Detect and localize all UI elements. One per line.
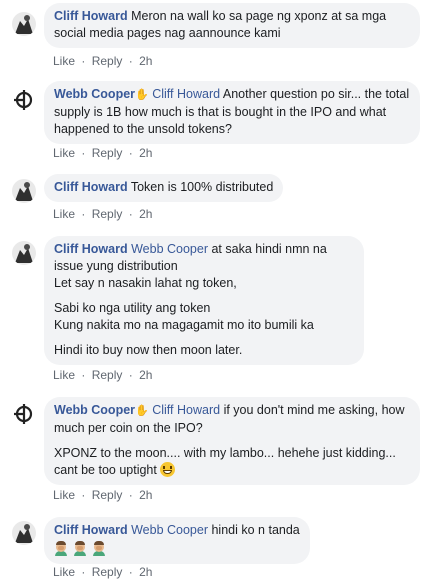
avatar[interactable] xyxy=(12,521,36,545)
avatar[interactable] xyxy=(12,179,36,203)
separator: · xyxy=(128,207,133,221)
reply-button[interactable]: Reply xyxy=(92,146,123,160)
separator: · xyxy=(128,565,133,579)
mention-link[interactable]: Webb Cooper xyxy=(131,523,208,537)
separator: · xyxy=(128,146,133,160)
separator: · xyxy=(81,368,86,382)
separator: · xyxy=(128,488,133,502)
author-name[interactable]: Cliff Howard xyxy=(54,9,128,23)
timestamp[interactable]: 2h xyxy=(139,565,152,579)
separator: · xyxy=(128,54,133,68)
comment-actions: Like · Reply · 2h xyxy=(53,207,152,222)
comment-bubble: Cliff Howard Webb Cooper at saka hindi n… xyxy=(44,236,364,365)
facepalm-icon xyxy=(54,541,68,556)
like-button[interactable]: Like xyxy=(53,565,75,579)
comment-text: hindi ko n tanda xyxy=(211,523,300,537)
like-button[interactable]: Like xyxy=(53,368,75,382)
avatar[interactable] xyxy=(12,12,36,36)
mention-link[interactable]: Webb Cooper xyxy=(131,242,208,256)
mention-link[interactable]: Cliff Howard xyxy=(152,87,220,101)
like-button[interactable]: Like xyxy=(53,488,75,502)
separator: · xyxy=(81,488,86,502)
comment-actions: Like · Reply · 2h xyxy=(53,565,152,580)
comment-bubble: Cliff Howard Webb Cooper hindi ko n tand… xyxy=(44,517,310,564)
like-button[interactable]: Like xyxy=(53,54,75,68)
avatar[interactable] xyxy=(12,402,36,426)
separator: · xyxy=(128,368,133,382)
grinning-face-icon xyxy=(160,462,176,477)
author-name[interactable]: Cliff Howard xyxy=(54,523,128,537)
like-button[interactable]: Like xyxy=(53,207,75,221)
reply-button[interactable]: Reply xyxy=(92,207,123,221)
comment-actions: Like · Reply · 2h xyxy=(53,368,152,383)
mention-link[interactable]: Cliff Howard xyxy=(152,403,220,417)
timestamp[interactable]: 2h xyxy=(139,54,152,68)
reply-button[interactable]: Reply xyxy=(92,368,123,382)
separator: · xyxy=(81,565,86,579)
avatar[interactable] xyxy=(12,88,36,112)
author-name[interactable]: Cliff Howard xyxy=(54,242,128,256)
reply-button[interactable]: Reply xyxy=(92,54,123,68)
facepalm-icon xyxy=(92,541,106,556)
author-name[interactable]: Cliff Howard xyxy=(54,180,128,194)
timestamp[interactable]: 2h xyxy=(139,207,152,221)
reply-button[interactable]: Reply xyxy=(92,565,123,579)
author-name[interactable]: Webb Cooper xyxy=(54,403,135,417)
avatar[interactable] xyxy=(12,241,36,265)
comment-actions: Like · Reply · 2h xyxy=(53,146,152,161)
author-name[interactable]: Webb Cooper xyxy=(54,87,135,101)
timestamp[interactable]: 2h xyxy=(139,146,152,160)
timestamp[interactable]: 2h xyxy=(139,488,152,502)
comment-text: Token is 100% distributed xyxy=(130,180,274,194)
timestamp[interactable]: 2h xyxy=(139,368,152,382)
wave-emoji: ✋ xyxy=(135,89,149,101)
comment-text: Kung nakita mo na magagamit mo ito bumil… xyxy=(54,318,314,332)
comment-actions: Like · Reply · 2h xyxy=(53,54,152,69)
comment-actions: Like · Reply · 2h xyxy=(53,488,152,503)
separator: · xyxy=(81,207,86,221)
comment-bubble: Cliff Howard Meron na wall ko sa page ng… xyxy=(44,3,420,48)
reply-button[interactable]: Reply xyxy=(92,488,123,502)
facepalm-icon xyxy=(73,541,87,556)
comment-bubble: Webb Cooper✋ Cliff Howard Another questi… xyxy=(44,81,420,144)
wave-emoji: ✋ xyxy=(135,405,149,417)
comment-text: Sabi ko nga utility ang token xyxy=(54,301,211,315)
comment-text: Hindi ito buy now then moon later. xyxy=(54,343,243,357)
comment-bubble: Cliff Howard Token is 100% distributed xyxy=(44,174,284,202)
comment-text: Let say n nasakin lahat ng token, xyxy=(54,276,237,290)
comment-text: XPONZ to the moon.... with my lambo... h… xyxy=(54,446,396,477)
separator: · xyxy=(81,146,86,160)
like-button[interactable]: Like xyxy=(53,146,75,160)
comment-bubble: Webb Cooper✋ Cliff Howard if you don't m… xyxy=(44,397,420,485)
emoji-row xyxy=(54,539,300,558)
separator: · xyxy=(81,54,86,68)
